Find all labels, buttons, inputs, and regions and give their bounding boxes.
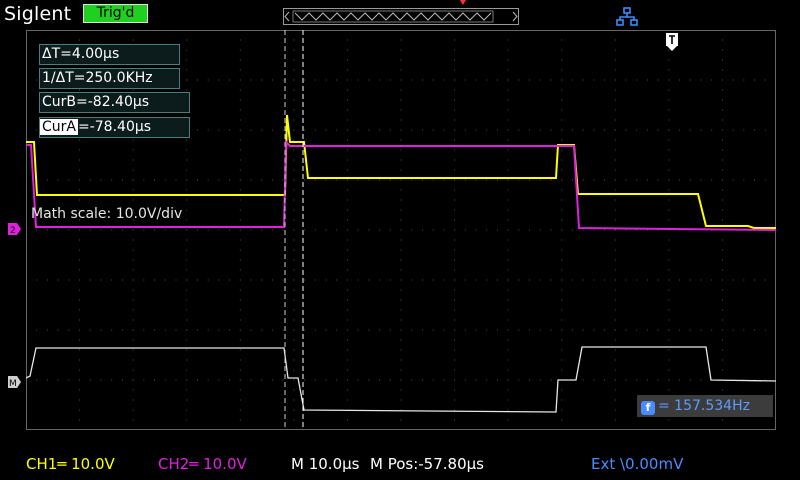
cursor-a-value: =-78.40μs xyxy=(77,119,152,135)
svg-text:M: M xyxy=(9,379,17,389)
inverse-delta-t-readout: 1/ΔT=250.0KHz xyxy=(39,68,180,89)
svg-text:2: 2 xyxy=(10,226,16,236)
graticule-grid xyxy=(26,30,776,430)
trigger-status-badge: Trig'd xyxy=(83,4,148,23)
cursor-a-label[interactable]: CurA xyxy=(40,119,78,135)
memory-depth-strip xyxy=(283,8,519,25)
trigger-marker-icon xyxy=(666,33,678,51)
status-bar: CH1═ 10.0V CH2═ 10.0V M 10.0μs M Pos:-57… xyxy=(0,448,800,480)
top-bar: Siglent Trig'd xyxy=(0,0,800,30)
math-ground-marker-icon[interactable]: M xyxy=(8,375,22,389)
math-scale-label: Math scale: 10.0V/div xyxy=(31,206,183,222)
frequency-icon: f xyxy=(641,401,655,415)
cursor-b-readout: CurB=-82.40μs xyxy=(39,92,190,113)
brand-logo: Siglent xyxy=(4,3,72,25)
frequency-counter: f = 157.534Hz xyxy=(637,395,773,417)
network-icon[interactable] xyxy=(616,7,638,27)
horizontal-position[interactable]: M Pos:-57.80μs xyxy=(370,455,484,473)
ch2-scale[interactable]: CH2═ 10.0V xyxy=(158,455,247,473)
frequency-value: = 157.534Hz xyxy=(658,398,750,414)
ch1-scale[interactable]: CH1═ 10.0V xyxy=(26,455,115,473)
timebase-scale[interactable]: M 10.0μs xyxy=(291,455,359,473)
delta-t-readout: ΔT=4.00μs xyxy=(39,44,180,65)
waveform-display[interactable] xyxy=(26,30,776,430)
ch2-ground-marker-icon[interactable]: 2 xyxy=(8,222,22,236)
trigger-info[interactable]: Ext \0.00mV xyxy=(591,455,683,473)
trigger-position-icon xyxy=(460,0,466,5)
cursor-a-readout: CurA =-78.40μs xyxy=(39,117,190,138)
